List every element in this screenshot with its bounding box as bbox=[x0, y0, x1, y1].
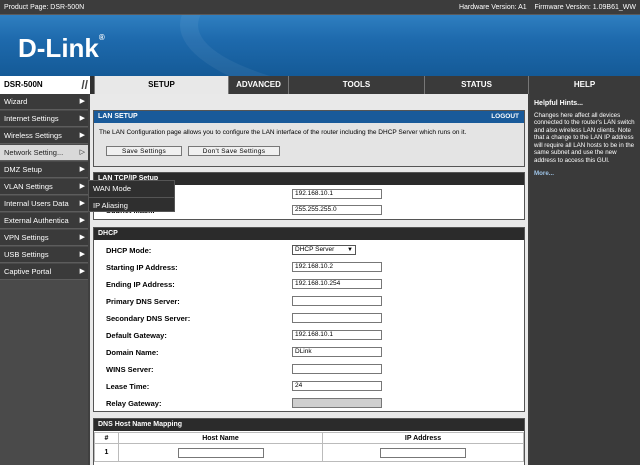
col-header-ip-address: IP Address bbox=[322, 432, 524, 444]
chevron-right-icon: ▶ bbox=[79, 251, 85, 258]
main-content: LAN SETUP LOGOUT The LAN Configuration p… bbox=[90, 94, 528, 465]
product-page-label: Product Page: DSR-500N bbox=[4, 4, 85, 11]
hints-text: Changes here affect all devices connecte… bbox=[534, 111, 635, 164]
brand-banner: D-Link® bbox=[0, 15, 640, 76]
hints-title: Helpful Hints... bbox=[534, 100, 583, 107]
sidebar-item-captive-portal[interactable]: Captive Portal ▶ bbox=[0, 264, 88, 280]
row-number: 1 bbox=[94, 443, 119, 462]
dhcp-header: DHCP bbox=[94, 228, 524, 240]
chevron-right-icon: ▶ bbox=[79, 200, 85, 207]
sidebar: Wizard ▶ Internet Settings ▶ Wireless Sett… bbox=[0, 94, 88, 465]
banner-decoration bbox=[180, 15, 640, 76]
panel-title: LAN SETUP bbox=[98, 113, 138, 120]
logout-link[interactable]: LOGOUT bbox=[491, 111, 519, 123]
secondary-dns-label: Secondary DNS Server: bbox=[106, 314, 191, 323]
firmware-version: Firmware Version: 1.09B61_WW bbox=[534, 4, 636, 11]
relay-gateway-input bbox=[292, 398, 382, 408]
starting-ip-row: Starting IP Address: 192.168.10.2 bbox=[94, 259, 526, 276]
domain-name-input[interactable]: DLink bbox=[292, 347, 382, 357]
submenu-item-wan-mode[interactable]: WAN Mode bbox=[89, 181, 175, 197]
tab-setup[interactable]: SETUP bbox=[94, 76, 228, 94]
table-row: 1 bbox=[94, 443, 524, 462]
ending-ip-label: Ending IP Address: bbox=[106, 280, 175, 289]
chevron-right-icon: ▶ bbox=[79, 98, 85, 105]
ip-address-cell bbox=[322, 443, 524, 462]
sidebar-item-internet-settings[interactable]: Internet Settings ▶ bbox=[0, 111, 88, 127]
dns-mapping-panel: DNS Host Name Mapping # Host Name IP Add… bbox=[93, 418, 525, 465]
primary-dns-input[interactable] bbox=[292, 296, 382, 306]
lan-setup-header: LAN SETUP LOGOUT bbox=[94, 111, 524, 123]
dhcp-mode-select[interactable]: DHCP Server ▼ bbox=[292, 245, 356, 255]
chevron-right-icon: ▶ bbox=[79, 183, 85, 190]
subnet-mask-input[interactable]: 255.255.255.0 bbox=[292, 205, 382, 215]
wins-server-input[interactable] bbox=[292, 364, 382, 374]
col-header-host-name: Host Name bbox=[118, 432, 323, 444]
default-gateway-row: Default Gateway: 192.168.10.1 bbox=[94, 327, 526, 344]
domain-name-row: Domain Name: DLink bbox=[94, 344, 526, 361]
lease-time-row: Lease Time: 24 bbox=[94, 378, 526, 395]
secondary-dns-row: Secondary DNS Server: bbox=[94, 310, 526, 327]
domain-name-label: Domain Name: bbox=[106, 348, 159, 357]
chevron-right-icon: ▶ bbox=[79, 217, 85, 224]
save-settings-button[interactable]: Save Settings bbox=[106, 146, 182, 156]
sidebar-item-network-settings[interactable]: Network Setting... ▷ bbox=[0, 145, 88, 161]
slash-decoration: // bbox=[81, 78, 88, 92]
sidebar-item-vpn-settings[interactable]: VPN Settings ▶ bbox=[0, 230, 88, 246]
sidebar-item-external-auth[interactable]: External Authentica ▶ bbox=[0, 213, 88, 229]
relay-gateway-label: Relay Gateway: bbox=[106, 399, 162, 408]
starting-ip-input[interactable]: 192.168.10.2 bbox=[292, 262, 382, 272]
sidebar-item-internal-users[interactable]: Internal Users Data ▶ bbox=[0, 196, 88, 212]
tab-help[interactable]: HELP bbox=[528, 76, 640, 94]
starting-ip-label: Starting IP Address: bbox=[106, 263, 178, 272]
sidebar-item-vlan-settings[interactable]: VLAN Settings ▶ bbox=[0, 179, 88, 195]
host-name-input[interactable] bbox=[177, 447, 264, 458]
ip-address-input[interactable] bbox=[380, 447, 466, 458]
wins-server-row: WINS Server: bbox=[94, 361, 526, 378]
dns-mapping-table: # Host Name IP Address 1 bbox=[94, 432, 524, 462]
secondary-dns-input[interactable] bbox=[292, 313, 382, 323]
ip-address-input[interactable]: 192.168.10.1 bbox=[292, 189, 382, 199]
network-settings-submenu: WAN Mode IP Aliasing bbox=[88, 180, 175, 212]
wins-server-label: WINS Server: bbox=[106, 365, 154, 374]
top-info-bar: Product Page: DSR-500N Hardware Version:… bbox=[0, 0, 640, 15]
model-name: DSR-500N// bbox=[0, 76, 90, 94]
dont-save-settings-button[interactable]: Don't Save Settings bbox=[188, 146, 280, 156]
chevron-right-icon: ▷ bbox=[79, 149, 85, 156]
relay-gateway-row: Relay Gateway: bbox=[94, 395, 526, 412]
dhcp-mode-label: DHCP Mode: bbox=[106, 246, 152, 255]
helpful-hints-panel: Helpful Hints... Changes here affect all… bbox=[530, 94, 640, 465]
chevron-right-icon: ▶ bbox=[79, 115, 85, 122]
primary-dns-row: Primary DNS Server: bbox=[94, 293, 526, 310]
lan-setup-description: The LAN Configuration page allows you to… bbox=[99, 129, 467, 136]
sidebar-item-wireless-settings[interactable]: Wireless Settings ▶ bbox=[0, 128, 88, 144]
default-gateway-input[interactable]: 192.168.10.1 bbox=[292, 330, 382, 340]
tab-status[interactable]: STATUS bbox=[424, 76, 528, 94]
lease-time-input[interactable]: 24 bbox=[292, 381, 382, 391]
dhcp-mode-row: DHCP Mode: DHCP Server ▼ bbox=[94, 242, 526, 259]
chevron-right-icon: ▶ bbox=[79, 132, 85, 139]
chevron-down-icon: ▼ bbox=[347, 247, 353, 253]
dlink-logo: D-Link® bbox=[18, 33, 105, 63]
ending-ip-input[interactable]: 192.168.10.254 bbox=[292, 279, 382, 289]
lease-time-label: Lease Time: bbox=[106, 382, 150, 391]
ending-ip-row: Ending IP Address: 192.168.10.254 bbox=[94, 276, 526, 293]
sidebar-item-dmz-setup[interactable]: DMZ Setup ▶ bbox=[0, 162, 88, 178]
chevron-right-icon: ▶ bbox=[79, 268, 85, 275]
lan-setup-panel: LAN SETUP LOGOUT The LAN Configuration p… bbox=[93, 110, 525, 167]
chevron-right-icon: ▶ bbox=[79, 234, 85, 241]
tab-advanced[interactable]: ADVANCED bbox=[228, 76, 288, 94]
sidebar-item-usb-settings[interactable]: USB Settings ▶ bbox=[0, 247, 88, 263]
submenu-item-ip-aliasing[interactable]: IP Aliasing bbox=[89, 197, 175, 213]
sidebar-item-wizard[interactable]: Wizard ▶ bbox=[0, 94, 88, 110]
default-gateway-label: Default Gateway: bbox=[106, 331, 167, 340]
hardware-version: Hardware Version: A1 bbox=[458, 4, 527, 11]
tab-tools[interactable]: TOOLS bbox=[288, 76, 424, 94]
more-link[interactable]: More... bbox=[534, 170, 636, 178]
col-header-number: # bbox=[94, 432, 119, 444]
dns-mapping-header: DNS Host Name Mapping bbox=[94, 419, 524, 431]
host-name-cell bbox=[118, 443, 323, 462]
primary-dns-label: Primary DNS Server: bbox=[106, 297, 180, 306]
dhcp-panel: DHCP DHCP Mode: DHCP Server ▼ Starting IP… bbox=[93, 227, 525, 412]
chevron-right-icon: ▶ bbox=[79, 166, 85, 173]
